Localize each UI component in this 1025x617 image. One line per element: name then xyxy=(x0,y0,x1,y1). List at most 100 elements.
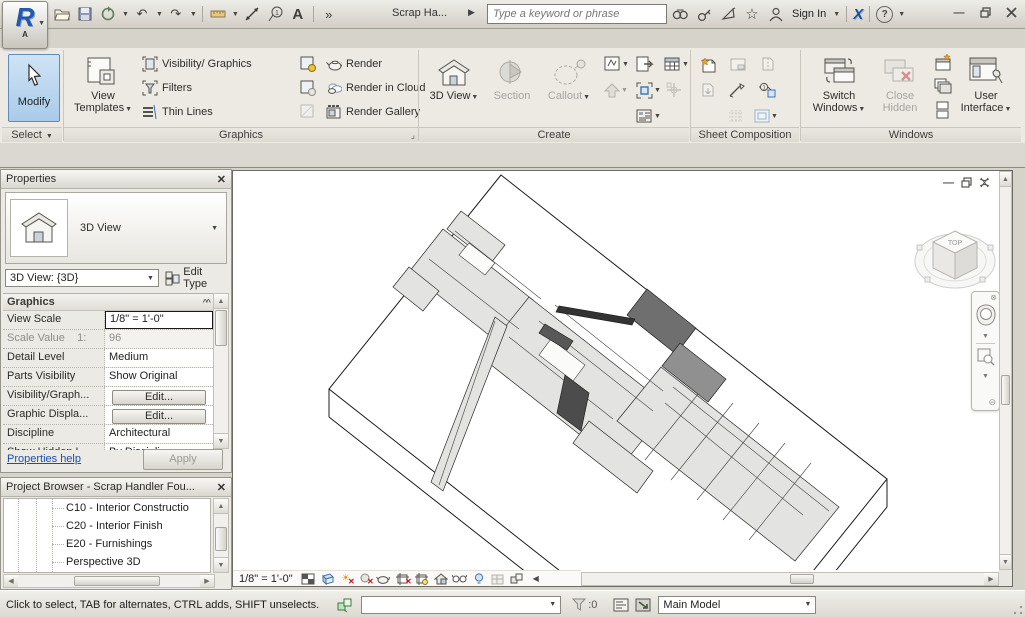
signin-button[interactable]: Sign In xyxy=(792,8,826,20)
3d-view-button[interactable]: 3D View▼ xyxy=(426,52,482,126)
search-icon[interactable] xyxy=(670,4,690,24)
displaced-elements-icon[interactable] xyxy=(509,572,525,586)
visibility-graphics-button[interactable]: Visibility/ Graphics xyxy=(142,54,252,74)
scroll-down-icon[interactable]: ▼ xyxy=(214,557,228,572)
scroll-up-icon[interactable]: ▲ xyxy=(214,499,228,514)
redo-icon[interactable]: ↷ xyxy=(166,4,186,24)
cut-profile-icon[interactable] xyxy=(300,104,316,120)
application-menu-button[interactable]: R A ▼ xyxy=(2,1,48,49)
close-hidden-button[interactable]: Close Hidden xyxy=(872,52,928,126)
view-restore-icon[interactable] xyxy=(961,177,972,191)
remove-hidden-lines-icon[interactable] xyxy=(300,80,316,96)
aligned-dimension-icon[interactable] xyxy=(242,4,262,24)
sheet-composition-panel-label[interactable]: Sheet Composition xyxy=(691,127,799,142)
sync-dropdown[interactable]: ▼ xyxy=(122,11,129,18)
selection-filter-button[interactable]: :0 xyxy=(569,595,600,615)
scroll-thumb[interactable] xyxy=(74,576,160,586)
property-row[interactable]: Visibility/Graph...Edit... xyxy=(3,387,213,406)
project-browser-close-icon[interactable]: ✕ xyxy=(217,481,226,494)
temporary-hide-isolate-icon[interactable] xyxy=(452,572,468,586)
scroll-down-icon[interactable]: ▼ xyxy=(214,433,228,448)
crop-view-icon[interactable]: ✕ xyxy=(395,572,411,586)
canvas-hscrollbar[interactable]: ▶ xyxy=(581,572,999,586)
reveal-hidden-elements-icon[interactable] xyxy=(471,572,487,586)
property-row[interactable]: View Scale1/8" = 1'-0" xyxy=(3,311,213,330)
save-icon[interactable] xyxy=(75,4,95,24)
editable-only-icon[interactable] xyxy=(610,595,632,615)
worksets-icon[interactable] xyxy=(333,595,357,615)
insert-from-file-button[interactable] xyxy=(700,80,726,100)
zoom-dropdown[interactable]: ▼ xyxy=(972,373,999,380)
communication-center-icon[interactable] xyxy=(718,4,738,24)
title-arrow-icon[interactable]: ▶ xyxy=(468,7,475,18)
properties-help-link[interactable]: Properties help xyxy=(7,453,81,465)
drawing-area[interactable]: TOP — ⊗ ▼ ▼ ⊖ ▲ ▼ 1/8" = 1'-0" ☀✕ ✕ xyxy=(232,170,1013,587)
viewbar-collapse-icon[interactable]: ◀ xyxy=(528,572,544,586)
render-in-cloud-button[interactable]: Render in Cloud xyxy=(326,78,426,98)
view-reference-button[interactable]: 1 xyxy=(758,80,784,100)
legends-button[interactable]: ▼ xyxy=(636,106,662,126)
modify-button[interactable]: Modify xyxy=(8,54,60,122)
property-row[interactable]: Detail LevelMedium xyxy=(3,349,213,368)
project-browser-hscrollbar[interactable]: ◀ ▶ xyxy=(3,574,215,588)
duplicate-view-button[interactable]: ▼ xyxy=(636,80,662,100)
tree-item-c10[interactable]: C10 - Interior Constructio xyxy=(4,499,210,517)
project-browser-scrollbar[interactable]: ▲ ▼ xyxy=(213,498,229,573)
view-instance-combo[interactable]: 3D View: {3D}▼ xyxy=(5,269,159,287)
matchline-button[interactable] xyxy=(728,80,754,100)
scroll-thumb[interactable] xyxy=(215,310,227,346)
resize-grip[interactable] xyxy=(1013,605,1023,615)
properties-header[interactable]: Properties ✕ xyxy=(1,170,231,189)
scroll-thumb[interactable] xyxy=(790,574,814,584)
filters-button[interactable]: Filters xyxy=(142,78,192,98)
scroll-down-icon[interactable]: ▼ xyxy=(1000,554,1011,569)
shadows-icon[interactable]: ✕ xyxy=(357,572,373,586)
sun-path-icon[interactable]: ☀✕ xyxy=(338,572,354,586)
worksets-combo[interactable]: ▼ xyxy=(361,596,561,614)
guide-grid-button[interactable] xyxy=(728,106,754,126)
render-button[interactable]: Render xyxy=(326,54,382,74)
edit-type-button[interactable]: Edit Type xyxy=(165,266,227,290)
tree-item-c20[interactable]: C20 - Interior Finish xyxy=(4,517,210,535)
show-hidden-lines-icon[interactable] xyxy=(300,56,316,72)
render-gallery-button[interactable]: Render Gallery xyxy=(326,102,420,122)
new-sheet-button[interactable] xyxy=(700,54,726,74)
redo-dropdown[interactable]: ▼ xyxy=(190,11,197,18)
search-input[interactable] xyxy=(491,6,665,22)
titleblock-button[interactable] xyxy=(730,54,756,74)
undo-icon[interactable]: ↶ xyxy=(132,4,152,24)
minimize-button[interactable]: — xyxy=(948,5,970,20)
zoom-tool-icon[interactable] xyxy=(972,348,999,369)
help-dropdown[interactable]: ▼ xyxy=(898,11,905,18)
scroll-right-icon[interactable]: ▶ xyxy=(200,575,214,587)
scroll-left-icon[interactable]: ◀ xyxy=(4,575,18,587)
property-row[interactable]: Parts VisibilityShow Original xyxy=(3,368,213,387)
windows-panel-label[interactable]: Windows xyxy=(801,127,1021,142)
view-close-icon[interactable] xyxy=(979,177,990,191)
callout-button[interactable]: Callout▼ xyxy=(540,52,598,126)
graphics-panel-label[interactable]: Graphics⌟ xyxy=(64,127,418,142)
type-selector-dropdown[interactable]: ▼ xyxy=(211,225,218,232)
properties-scrollbar[interactable]: ▲ ▼ xyxy=(213,293,229,449)
properties-close-icon[interactable]: ✕ xyxy=(217,173,226,186)
open-icon[interactable] xyxy=(52,4,72,24)
view-templates-button[interactable]: View Templates▼ xyxy=(70,52,136,126)
scroll-thumb[interactable] xyxy=(1001,375,1010,405)
thin-lines-button[interactable]: Thin Lines xyxy=(142,102,213,122)
sync-icon[interactable] xyxy=(98,4,118,24)
help-icon[interactable]: ? xyxy=(876,6,893,23)
unlocked-3d-view-icon[interactable] xyxy=(433,572,449,586)
tree-item-e20[interactable]: E20 - Furnishings xyxy=(4,535,210,553)
scroll-up-icon[interactable]: ▲ xyxy=(1000,172,1011,187)
detail-level-icon[interactable] xyxy=(300,572,316,586)
signin-dropdown[interactable]: ▼ xyxy=(833,11,840,18)
graphics-dialog-launcher-icon[interactable]: ⌟ xyxy=(411,128,415,142)
collapse-group-icon[interactable]: ^^ xyxy=(202,298,209,306)
elevation-button[interactable]: ▼ xyxy=(604,80,630,100)
visibility-edit-button[interactable]: Edit... xyxy=(112,390,206,405)
exchange-apps-icon[interactable]: X xyxy=(853,6,863,23)
view-scale-button[interactable]: 1/8" = 1'-0" xyxy=(239,573,293,585)
property-row[interactable]: DisciplineArchitectural xyxy=(3,425,213,444)
navbar-close-icon[interactable]: ⊗ xyxy=(990,293,997,302)
user-interface-button[interactable]: User Interface▼ xyxy=(956,52,1016,126)
